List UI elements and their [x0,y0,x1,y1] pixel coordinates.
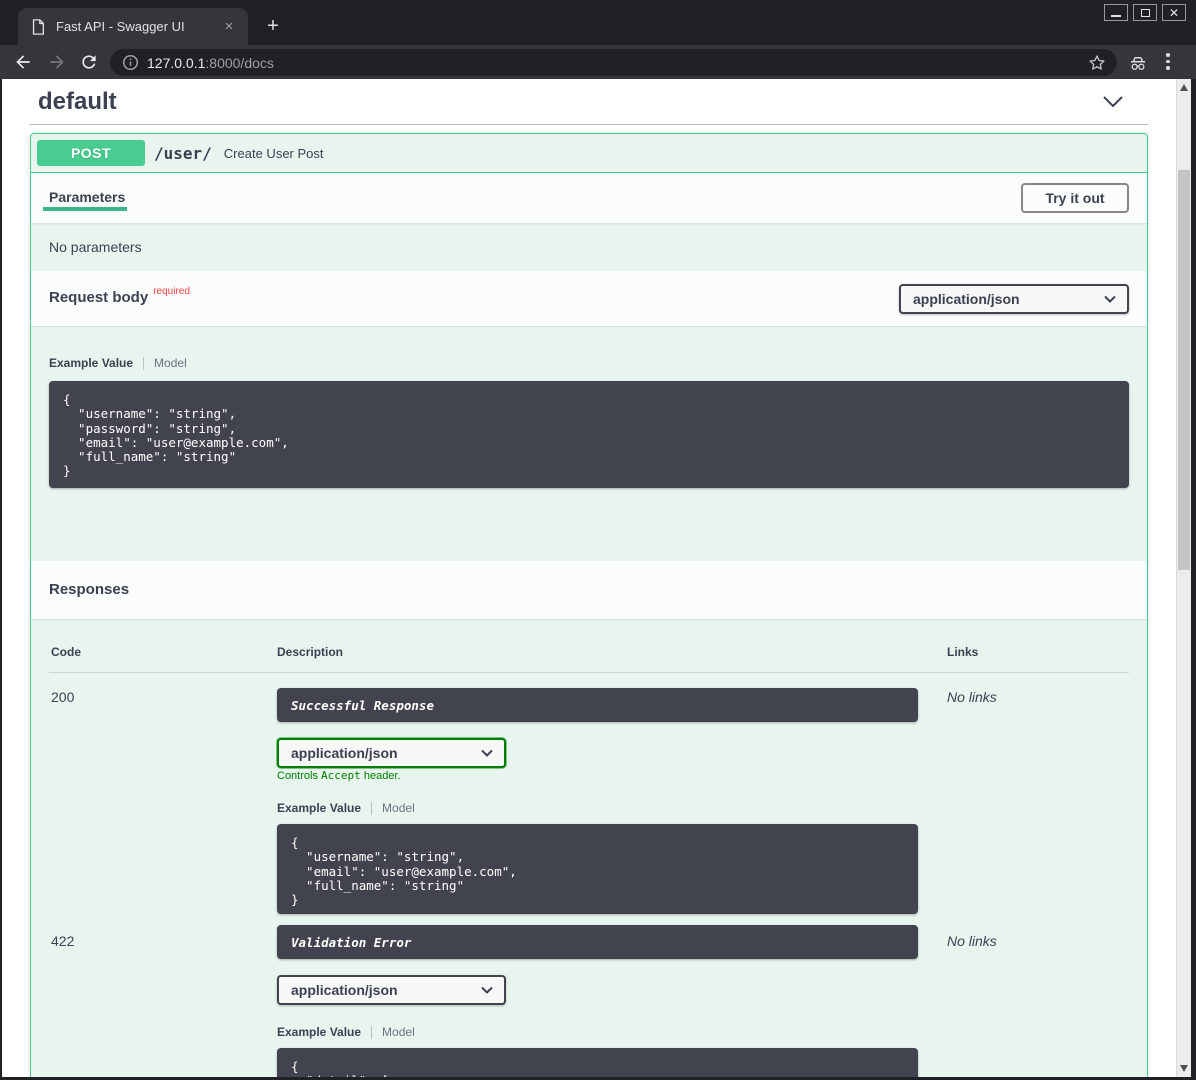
responses-header: Responses [31,561,1147,619]
browser-toolbar: 127.0.0.1:8000/docs [0,45,1196,79]
scrollbar-thumb[interactable] [1178,170,1190,570]
chevron-down-icon[interactable] [1102,95,1124,109]
forward-icon[interactable] [47,52,67,72]
select-chevron-icon [481,986,493,994]
select-chevron-icon [1104,295,1116,303]
close-icon: ✕ [1169,7,1179,19]
parameters-header: Parameters Try it out [31,173,1147,223]
api-section-title: default [38,88,117,116]
response-links-422: No links [947,933,997,949]
request-body-header: Request bodyrequired application/json [31,271,1147,326]
tab-underline [43,207,127,211]
example-model-tabs: Example Value Model [49,356,187,370]
response-links-200: No links [947,689,997,705]
incognito-icon[interactable] [1128,53,1148,73]
tab-example-value[interactable]: Example Value [277,801,361,815]
tab-model[interactable]: Model [154,356,187,370]
tab-parameters: Parameters [49,189,125,205]
example-model-tabs: Example Value Model [277,801,415,815]
back-icon[interactable] [13,52,33,72]
opblock-summary[interactable]: POST /user/ Create User Post [31,134,1147,173]
column-header-links: Links [947,645,978,659]
minimize-icon [1111,15,1121,17]
http-method-badge: POST [37,140,145,166]
url-host: 127.0.0.1 [147,55,205,71]
tab-separator [371,1026,372,1039]
request-media-type-select[interactable]: application/json [899,284,1129,314]
url-text: 127.0.0.1:8000/docs [147,55,1087,71]
select-chevron-icon [481,749,493,757]
responses-title: Responses [49,581,129,598]
close-button[interactable]: ✕ [1162,4,1186,21]
no-parameters-message: No parameters [31,223,1147,271]
browser-window: Fast API - Swagger UI × + ✕ 127.0.0.1:80… [0,0,1196,1080]
menu-icon[interactable] [1166,53,1170,70]
tab-example-value[interactable]: Example Value [49,356,133,370]
response-code-200: 200 [51,689,74,705]
endpoint-summary: Create User Post [224,146,324,161]
response-media-type-select-422[interactable]: application/json [277,975,506,1005]
request-example-code: { "username": "string", "password": "str… [49,381,1129,488]
tab-model[interactable]: Model [382,801,415,815]
tab-separator [143,357,144,370]
response-example-code-422: { "detail": [ [277,1048,918,1077]
bookmark-star-icon[interactable] [1087,53,1107,73]
column-header-code: Code [51,645,81,659]
tab-example-value[interactable]: Example Value [277,1025,361,1039]
opblock-post-user: POST /user/ Create User Post Parameters … [30,133,1148,1077]
minimize-button[interactable] [1104,4,1128,21]
tab-model[interactable]: Model [382,1025,415,1039]
refresh-icon[interactable] [79,52,99,72]
endpoint-path: /user/ [154,144,212,163]
tab-bar: Fast API - Swagger UI × + ✕ [0,0,1196,45]
section-divider [30,124,1148,125]
scroll-up-arrow-icon[interactable] [1180,84,1188,91]
response-description-422: Validation Error [277,925,918,959]
table-header-divider [49,672,1129,673]
example-model-tabs: Example Value Model [277,1025,415,1039]
column-header-description: Description [277,645,343,659]
response-code-422: 422 [51,933,74,949]
page-content: default POST /user/ Create User Post Par… [2,79,1191,1077]
document-icon [30,18,46,36]
tab-close-icon[interactable]: × [220,18,238,36]
url-path: :8000/docs [205,55,274,71]
responses-table: Code Description Links 200 Successful Re… [31,619,1147,1077]
request-body-section: Example Value Model { "username": "strin… [31,326,1147,561]
response-example-code-200: { "username": "string", "email": "user@e… [277,824,918,914]
site-info-icon[interactable] [122,54,139,71]
tab-separator [371,802,372,815]
scroll-down-arrow-icon[interactable] [1180,1065,1188,1072]
maximize-icon [1141,9,1150,17]
response-media-type-select-200[interactable]: application/json [277,738,506,768]
page-scrollbar[interactable] [1176,79,1191,1077]
response-description-200: Successful Response [277,688,918,722]
address-bar[interactable]: 127.0.0.1:8000/docs [110,49,1117,76]
accept-header-note: Controls Accept header. [277,769,401,782]
maximize-button[interactable] [1133,4,1157,21]
try-it-out-button[interactable]: Try it out [1021,183,1129,213]
browser-tab[interactable]: Fast API - Swagger UI × [18,8,248,45]
tab-title: Fast API - Swagger UI [56,19,220,34]
new-tab-button[interactable]: + [260,14,286,40]
request-body-title: Request bodyrequired [49,289,190,306]
required-label: required [153,286,190,297]
